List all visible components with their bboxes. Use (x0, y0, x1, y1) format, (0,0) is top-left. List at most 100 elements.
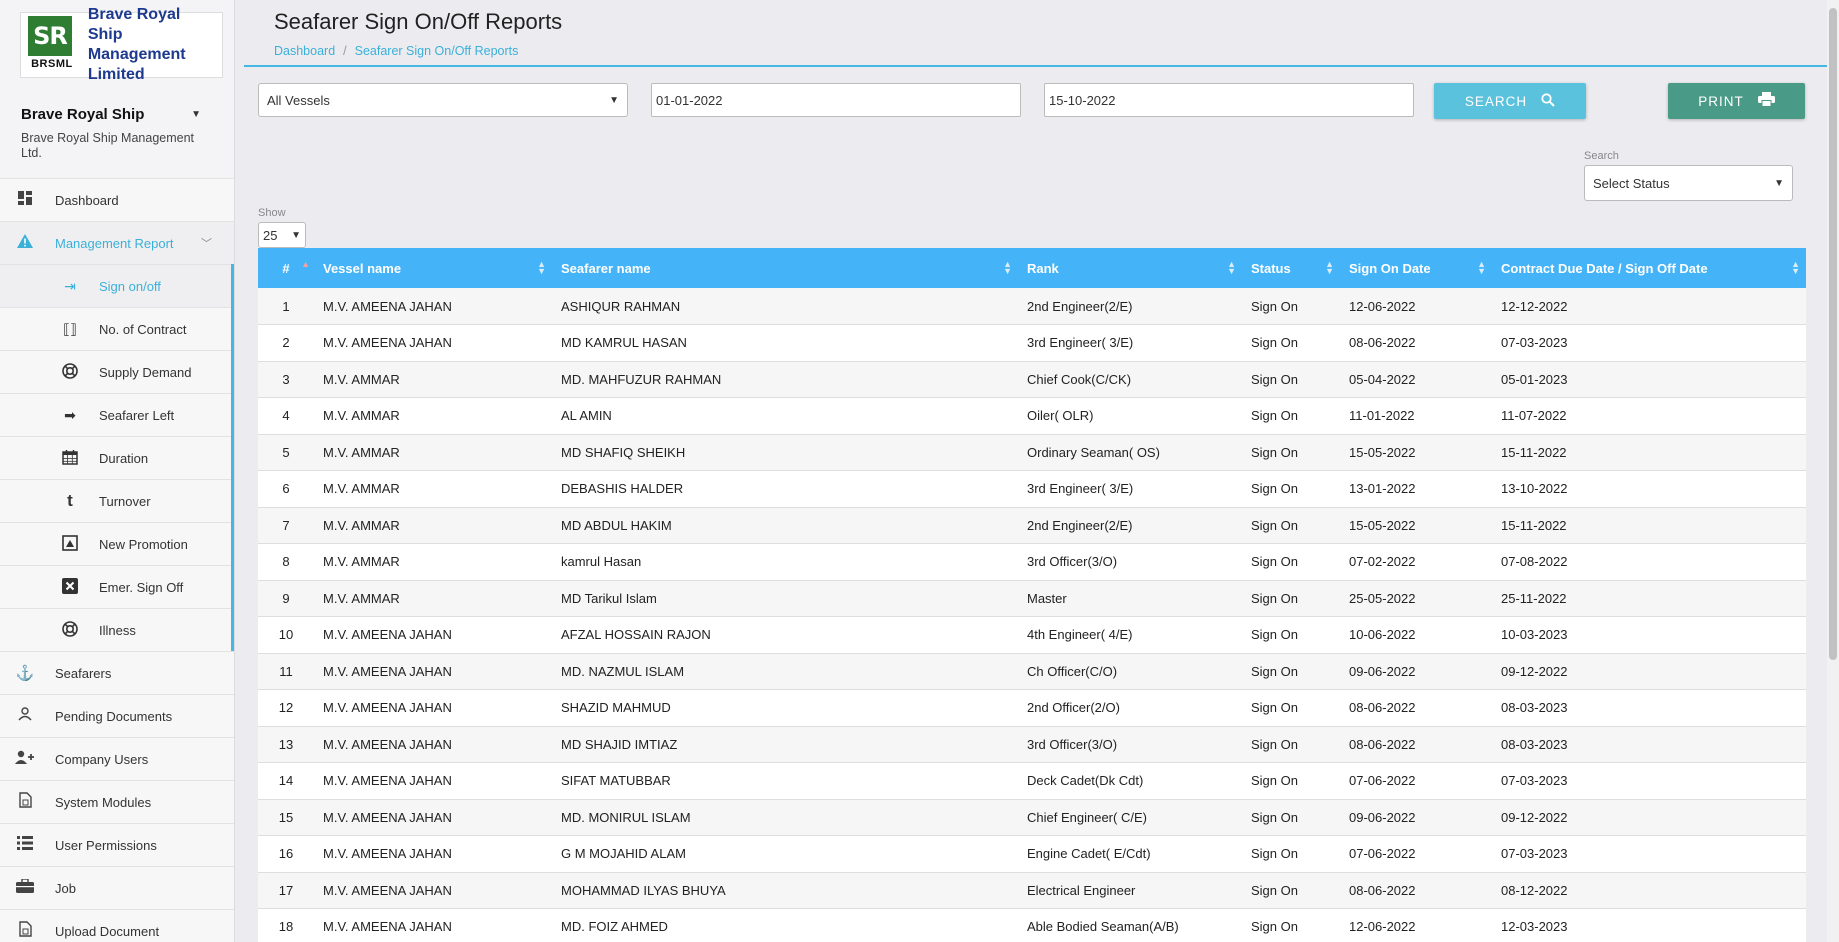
table-cell: M.V. AMEENA JAHAN (314, 762, 552, 800)
briefcase-icon (13, 878, 37, 897)
caret-down-icon[interactable]: ▼ (191, 109, 201, 120)
chevron-down-icon: ▼ (1774, 177, 1784, 189)
table-row[interactable]: 6 M.V. AMMAR DEBASHIS HALDER 3rd Engineer( … (258, 470, 1806, 508)
table-cell: MD. MAHFUZUR RAHMAN (552, 361, 1018, 398)
submenu-item-supply-demand[interactable]: Supply Demand (0, 350, 231, 393)
table-row[interactable]: 18 M.V. AMEENA JAHAN MD. FOIZ AHMED Able Bo… (258, 908, 1806, 942)
company-logo[interactable]: SR BRSML Brave Royal Ship Management Lim… (20, 6, 223, 83)
sidebar-item-system-modules[interactable]: System Modules (0, 780, 234, 823)
table-row[interactable]: 11 M.V. AMEENA JAHAN MD. NAZMUL ISLAM Ch Of… (258, 653, 1806, 690)
breadcrumb-home-link[interactable]: Dashboard (274, 44, 335, 58)
table-cell: 11-07-2022 (1492, 397, 1806, 435)
table-cell: 08-03-2023 (1492, 726, 1806, 763)
submenu-item-sign-on-off[interactable]: ⇥ Sign on/off (0, 264, 231, 307)
table-row[interactable]: 5 M.V. AMMAR MD SHAFIQ SHEIKH Ordinary Seam… (258, 434, 1806, 471)
table-cell: SIFAT MATUBBAR (552, 762, 1018, 800)
table-row[interactable]: 7 M.V. AMMAR MD ABDUL HAKIM 2nd Engineer(2/… (258, 507, 1806, 544)
vessel-select[interactable]: All Vessels ▼ (258, 83, 628, 117)
to-date-input[interactable]: 15-10-2022 (1044, 83, 1414, 117)
submenu-item-seafarer-left[interactable]: ➡ Seafarer Left (0, 393, 231, 436)
submenu-item-no-of-contract[interactable]: ⟦⟧ No. of Contract (0, 307, 231, 350)
table-row[interactable]: 13 M.V. AMEENA JAHAN MD SHAJID IMTIAZ 3rd O… (258, 726, 1806, 763)
table-cell: M.V. AMMAR (314, 434, 552, 471)
management-report-submenu: ⇥ Sign on/off ⟦⟧ No. of Contract Supply … (0, 264, 234, 651)
table-row[interactable]: 14 M.V. AMEENA JAHAN SIFAT MATUBBAR Deck Ca… (258, 762, 1806, 800)
main-content: Seafarer Sign On/Off Reports Dashboard / S… (236, 0, 1839, 942)
submenu-item-illness[interactable]: Illness (0, 608, 231, 651)
close-square-icon (59, 577, 81, 597)
page-scrollbar[interactable] (1827, 0, 1839, 942)
from-date-input[interactable]: 01-01-2022 (651, 83, 1021, 117)
column-header-status[interactable]: Status ▲ ▼ (1242, 248, 1340, 288)
add-user-icon (13, 750, 37, 768)
sidebar-item-user-permissions[interactable]: User Permissions (0, 823, 234, 866)
search-button[interactable]: SEARCH (1434, 83, 1586, 119)
table-cell: M.V. AMMAR (314, 543, 552, 581)
table-cell: M.V. AMMAR (314, 507, 552, 544)
sidebar-item-company-users[interactable]: Company Users (0, 737, 234, 780)
column-header-index[interactable]: # ▲ (258, 248, 314, 288)
table-row[interactable]: 17 M.V. AMEENA JAHAN MOHAMMAD ILYAS BHUYA E… (258, 872, 1806, 909)
table-cell: 09-12-2022 (1492, 653, 1806, 690)
column-header-sign-on-date[interactable]: Sign On Date ▲ ▼ (1340, 248, 1492, 288)
column-header-seafarer[interactable]: Seafarer name ▲ ▼ (552, 248, 1018, 288)
column-header-sign-off-date[interactable]: Contract Due Date / Sign Off Date ▲ ▼ (1492, 248, 1806, 288)
table-cell: Sign On (1242, 799, 1340, 836)
column-header-vessel[interactable]: Vessel name ▲ ▼ (314, 248, 552, 288)
table-body: 1 M.V. AMEENA JAHAN ASHIQUR RAHMAN 2nd Engi… (258, 288, 1806, 942)
column-header-rank[interactable]: Rank ▲ ▼ (1018, 248, 1242, 288)
table-row[interactable]: 12 M.V. AMEENA JAHAN SHAZID MAHMUD 2nd Offi… (258, 689, 1806, 727)
scrollbar-thumb[interactable] (1829, 8, 1837, 660)
submenu-item-label: Seafarer Left (99, 407, 175, 423)
table-row[interactable]: 3 M.V. AMMAR MD. MAHFUZUR RAHMAN Chief Cook… (258, 361, 1806, 398)
table-cell: 5 (258, 434, 314, 471)
submenu-item-duration[interactable]: Duration (0, 436, 231, 479)
printer-icon (1757, 92, 1775, 110)
table-row[interactable]: 8 M.V. AMMAR kamrul Hasan 3rd Officer(3/O) S… (258, 543, 1806, 581)
table-cell: MD Tarikul Islam (552, 580, 1018, 617)
sidebar-item-job[interactable]: Job (0, 866, 234, 909)
breadcrumb: Dashboard / Seafarer Sign On/Off Reports (274, 44, 519, 58)
table-row[interactable]: 9 M.V. AMMAR MD Tarikul Islam Master Sign On… (258, 580, 1806, 617)
status-filter-label: Search (1584, 150, 1619, 162)
table-cell: Sign On (1242, 288, 1340, 325)
submenu-item-emer-sign-off[interactable]: Emer. Sign Off (0, 565, 231, 608)
sidebar-item-label: Dashboard (55, 192, 119, 208)
table-row[interactable]: 4 M.V. AMMAR AL AMIN Oiler( OLR) Sign On 11-0… (258, 397, 1806, 435)
sidebar-item-pending-documents[interactable]: Pending Documents (0, 694, 234, 737)
print-button[interactable]: PRINT (1668, 83, 1805, 119)
table-cell: Sign On (1242, 908, 1340, 942)
status-select[interactable]: Select Status ▼ (1584, 165, 1793, 201)
table-row[interactable]: 15 M.V. AMEENA JAHAN MD. MONIRUL ISLAM Chie… (258, 799, 1806, 836)
table-cell: 08-06-2022 (1340, 872, 1492, 909)
page-size-select[interactable]: 25 ▼ (258, 222, 306, 248)
table-cell: 12-03-2023 (1492, 908, 1806, 942)
table-cell: 3rd Officer(3/O) (1018, 543, 1242, 581)
submenu-item-turnover[interactable]: t Turnover (0, 479, 231, 522)
table-cell: 08-06-2022 (1340, 726, 1492, 763)
contract-icon: ⟦⟧ (63, 320, 77, 337)
table-cell: Oiler( OLR) (1018, 397, 1242, 435)
list-icon (13, 836, 37, 854)
table-row[interactable]: 10 M.V. AMEENA JAHAN AFZAL HOSSAIN RAJON 4t… (258, 616, 1806, 654)
table-cell: G M MOJAHID ALAM (552, 835, 1018, 873)
table-cell: Master (1018, 580, 1242, 617)
sidebar-item-seafarers[interactable]: ⚓ Seafarers (0, 651, 234, 694)
submenu-item-new-promotion[interactable]: New Promotion (0, 522, 231, 565)
submenu-item-label: No. of Contract (99, 321, 187, 337)
table-cell: 12-06-2022 (1340, 288, 1492, 325)
table-cell: 07-06-2022 (1340, 762, 1492, 800)
table-row[interactable]: 2 M.V. AMEENA JAHAN MD KAMRUL HASAN 3rd Eng… (258, 324, 1806, 362)
table-row[interactable]: 1 M.V. AMEENA JAHAN ASHIQUR RAHMAN 2nd Engi… (258, 288, 1806, 325)
table-cell: 07-02-2022 (1340, 543, 1492, 581)
table-cell: 15-11-2022 (1492, 434, 1806, 471)
chevron-down-icon: ▼ (291, 229, 301, 241)
org-switcher[interactable]: Brave Royal Ship ▼ Brave Royal Ship Mana… (0, 90, 234, 178)
sidebar-item-dashboard[interactable]: Dashboard (0, 178, 234, 221)
sidebar-item-upload-document[interactable]: Upload Document (0, 909, 234, 942)
table-cell: 15-05-2022 (1340, 507, 1492, 544)
chevron-down-icon: ﹀ (201, 238, 212, 250)
submenu-item-label: New Promotion (99, 536, 188, 552)
sidebar-item-management-report[interactable]: Management Report ﹀ (0, 221, 234, 264)
table-row[interactable]: 16 M.V. AMEENA JAHAN G M MOJAHID ALAM Engin… (258, 835, 1806, 873)
